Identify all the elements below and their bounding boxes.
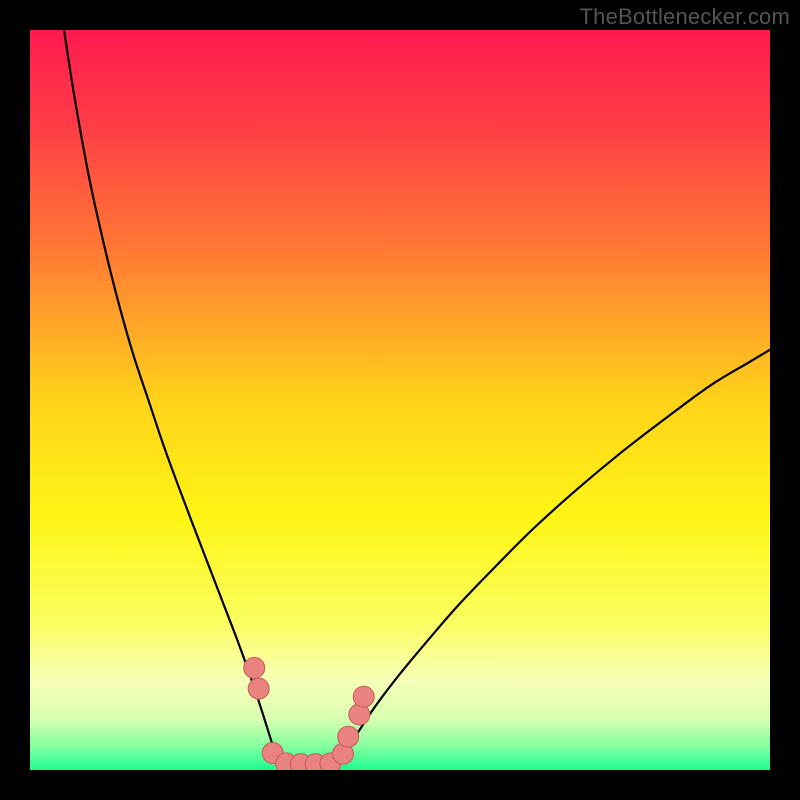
plot-area [30,30,770,770]
plot-svg [30,30,770,770]
marker-point [338,726,359,747]
marker-point [244,657,265,678]
marker-point [353,686,374,707]
chart-frame: TheBottlenecker.com [0,0,800,800]
marker-point [248,678,269,699]
gradient-background [30,30,770,770]
watermark-text: TheBottlenecker.com [580,4,790,30]
